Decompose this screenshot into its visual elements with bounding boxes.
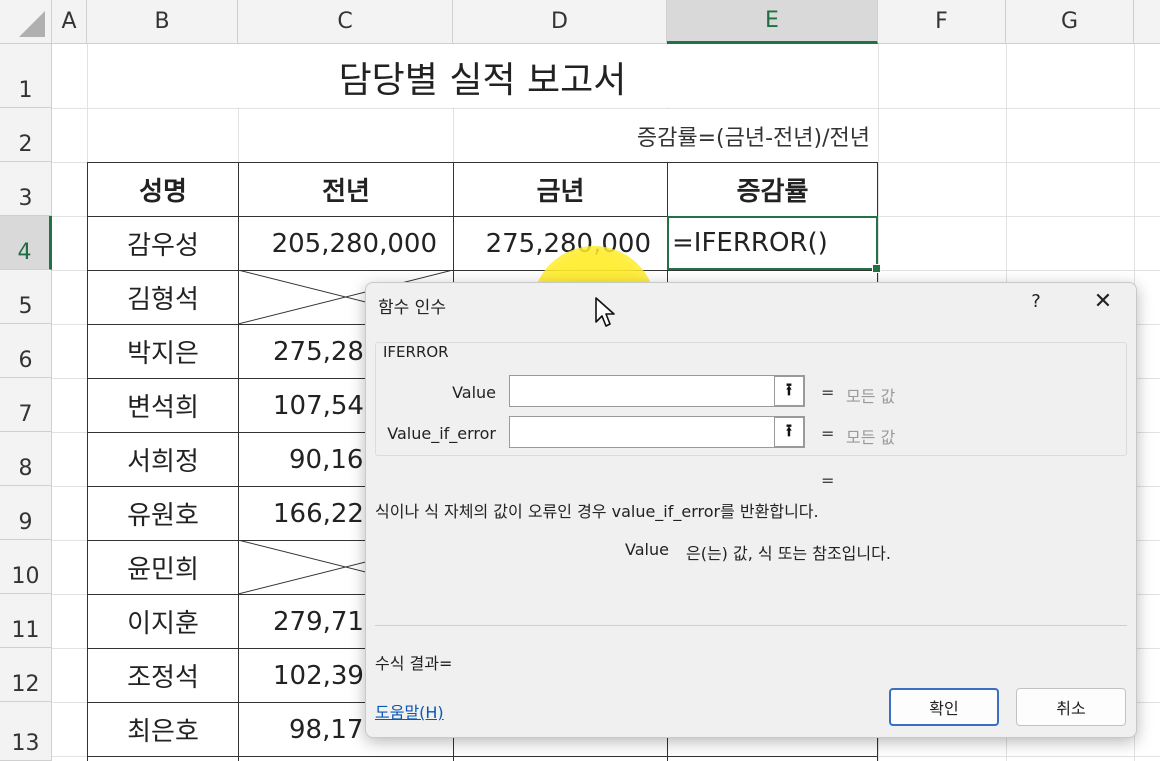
row-header-9[interactable]: 9 [0,486,52,540]
column-header-f[interactable]: F [878,0,1006,44]
column-header-d[interactable]: D [453,0,667,44]
column-header-c[interactable]: C [238,0,453,44]
select-all-corner[interactable] [0,0,52,44]
formula-result: 수식 결과= [375,654,453,673]
rate-formula-note: 증감률=(금년-전년)/전년 [636,126,870,151]
value-equals: = [821,383,835,402]
row-header-4[interactable]: 4 [0,216,52,270]
name-cell[interactable]: 변석희 [88,379,238,432]
row-header-6[interactable]: 6 [0,324,52,378]
cancel-button[interactable]: 취소 [1016,688,1126,726]
arg-label-value: Value [452,383,496,402]
row-header-11[interactable]: 11 [0,594,52,648]
column-header-b[interactable]: B [87,0,238,44]
row-header-3[interactable]: 3 [0,162,52,216]
row-header-12[interactable]: 12 [0,648,52,702]
active-cell-formula[interactable]: =IFERROR() [668,217,877,269]
name-cell[interactable]: 유원호 [88,487,238,540]
header-rate[interactable]: 증감률 [668,163,877,216]
collapse-dialog-icon[interactable]: ⭱ [774,417,804,447]
row-header-5[interactable]: 5 [0,270,52,324]
function-name-label: IFERROR [383,343,449,361]
function-arguments-dialog[interactable]: 함수 인수 ? ✕ IFERROR Value ⭱ = 모든 값 Value_i… [365,282,1137,738]
name-cell[interactable]: 이지훈 [88,595,238,648]
name-cell[interactable]: 김형석 [88,271,238,324]
row-header-13[interactable]: 13 [0,702,52,761]
ok-button[interactable]: 확인 [889,688,999,726]
column-header-e[interactable]: E [667,0,878,44]
prev-year-cell[interactable]: 205,280,000 [239,217,453,270]
dialog-separator [375,625,1127,626]
spreadsheet[interactable]: A B C D E F G 1 2 3 4 5 6 7 8 9 10 11 12… [0,0,1160,761]
close-icon[interactable]: ✕ [1090,289,1116,314]
value-if-error-equals: = [821,424,835,443]
value-input[interactable] [509,375,805,407]
value-if-error-hint: 모든 값 [846,428,896,447]
value-hint: 모든 값 [846,387,896,406]
row-header-10[interactable]: 10 [0,540,52,594]
column-header-h[interactable] [1134,0,1160,44]
table-border [87,756,878,757]
row-header-1[interactable]: 1 [0,44,52,108]
value-if-error-input[interactable] [509,416,805,448]
name-cell[interactable]: 서희정 [88,433,238,486]
header-prev-year[interactable]: 전년 [239,163,453,216]
arg-description: 은(는) 값, 식 또는 참조입니다. [686,544,891,563]
row-header-2[interactable]: 2 [0,108,52,162]
row-header-7[interactable]: 7 [0,378,52,432]
name-cell[interactable]: 박지은 [88,325,238,378]
help-icon[interactable]: ? [1026,291,1046,312]
column-header-a[interactable]: A [52,0,87,44]
name-cell[interactable]: 조정석 [88,649,238,702]
arg-description-name: Value [625,540,669,559]
result-equals: = [821,471,835,490]
arg-label-value-if-error: Value_if_error [387,424,496,443]
collapse-dialog-icon[interactable]: ⭱ [774,376,804,406]
help-link[interactable]: 도움말(H) [375,699,444,723]
name-cell[interactable]: 감우성 [88,217,238,270]
name-cell[interactable]: 윤민희 [88,541,238,594]
header-curr-year[interactable]: 금년 [454,163,667,216]
row-header-8[interactable]: 8 [0,432,52,486]
mouse-pointer-icon [595,297,615,327]
dialog-title: 함수 인수 [378,298,446,318]
function-description: 식이나 식 자체의 값이 오류인 경우 value_if_error를 반환합니… [375,502,819,521]
report-title: 담당별 실적 보고서 [338,60,627,101]
column-header-g[interactable]: G [1006,0,1134,44]
name-cell[interactable]: 최은호 [88,703,238,756]
header-name[interactable]: 성명 [88,163,238,216]
